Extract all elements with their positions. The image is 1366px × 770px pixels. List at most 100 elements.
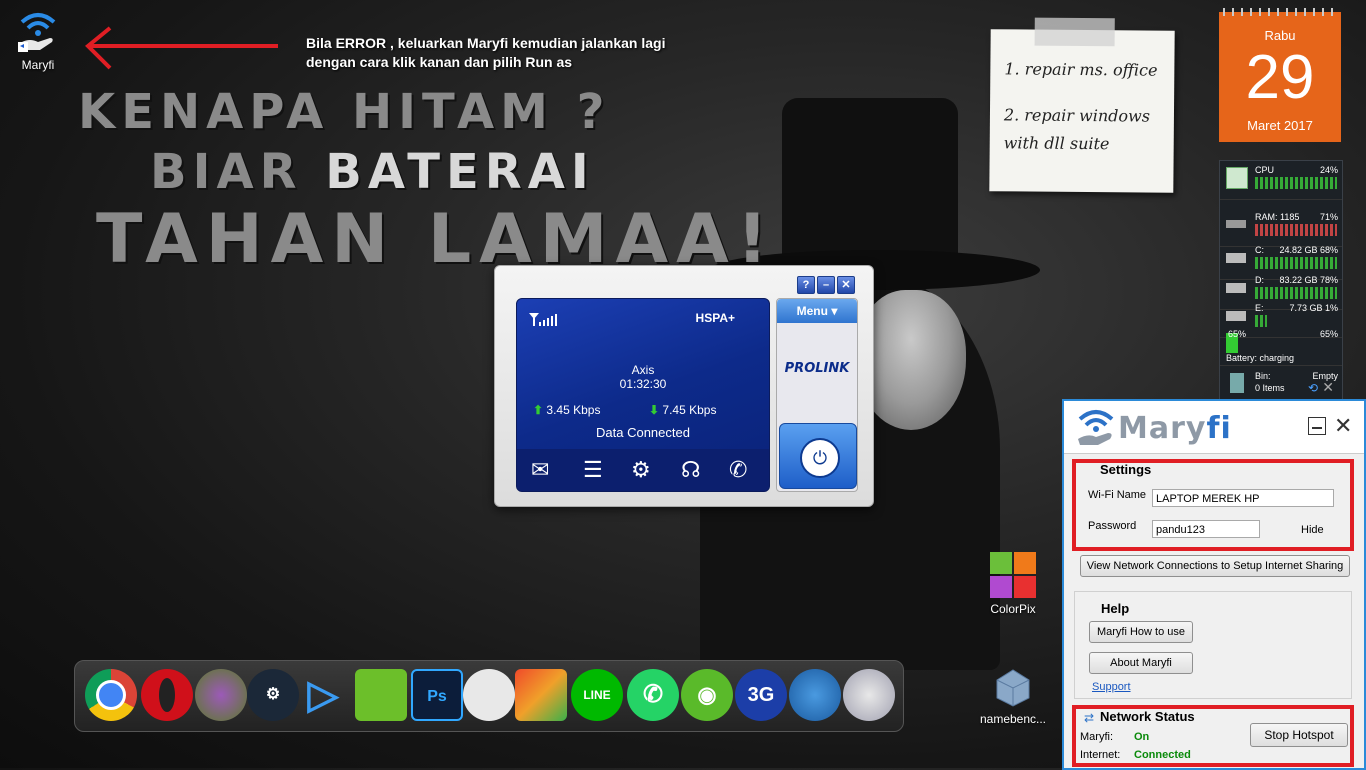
help-title: Help (1101, 601, 1130, 616)
phonebook-icon[interactable]: ☰ (583, 457, 603, 483)
dock-app-line[interactable]: LINE (571, 669, 623, 721)
calendar-date: 29 (1245, 43, 1315, 112)
support-link[interactable]: Support (1092, 681, 1131, 693)
calendar-rings (1223, 8, 1337, 16)
dock-app-wifi-hotspot[interactable]: ◉ (681, 669, 733, 721)
dock-app-steam[interactable]: ⚙ (247, 669, 299, 721)
annotation-arrow-icon (85, 26, 278, 70)
bin-items: 0 Items (1255, 383, 1285, 393)
modem-side-panel: Menu ▾ PROLINK ⏻ (776, 298, 858, 492)
dock-app-photoshop[interactable]: Ps (411, 669, 463, 721)
maryfi-window[interactable]: Maryfi ✕ Settings Wi-Fi Name LAPTOP MERE… (1062, 399, 1366, 770)
cpu-value: 24% (1319, 165, 1338, 175)
desktop-icon-label: ColorPix (990, 602, 1036, 616)
internet-status-value: Connected (1134, 749, 1191, 761)
dock-app-media-burner[interactable] (843, 669, 895, 721)
wifi-name-label: Wi-Fi Name (1088, 489, 1147, 501)
drive-d-bar (1255, 287, 1337, 299)
dock-app-3g-modem[interactable]: 3G (735, 669, 787, 721)
dock-app-whatsapp[interactable]: ✆ (627, 669, 679, 721)
maryfi-logo-icon (1078, 410, 1114, 445)
download-speed: ⬇ 7.45 Kbps (649, 403, 717, 417)
drive-e-bar (1255, 315, 1267, 327)
battery-level-right: 65% (1319, 329, 1338, 339)
internet-status-label: Internet: (1080, 749, 1121, 761)
modem-window[interactable]: ? – ✕ HSPA+ Axis 01:32:30 ⬆ 3.45 Kbps ⬇ … (494, 265, 874, 507)
operator-name: Axis (631, 363, 655, 377)
sticky-note-item-1: 1. repair ms. office (1004, 59, 1158, 80)
modem-toolbar: ✉ ☰ ⚙ ☊ ✆ (517, 449, 769, 491)
modem-status-screen: HSPA+ Axis 01:32:30 ⬆ 3.45 Kbps ⬇ 7.45 K… (516, 298, 770, 492)
cpu-label: CPU (1255, 165, 1275, 175)
colorpix-icon (990, 552, 1036, 598)
network-status-title: Network Status (1100, 709, 1195, 724)
monitor-cpu-row: CPU 24% (1220, 161, 1342, 200)
dock-app-opera[interactable] (141, 669, 193, 721)
download-arrow-icon: ⬇ (649, 403, 660, 417)
phone-icon[interactable]: ✆ (729, 457, 747, 483)
ram-value: 71% (1319, 212, 1338, 222)
dock-app-disk-tool[interactable] (463, 669, 515, 721)
modem-minimize-button[interactable]: – (817, 276, 835, 294)
modem-close-button[interactable]: ✕ (837, 276, 855, 294)
sticky-note-gadget[interactable]: 1. repair ms. office 2. repair windows w… (989, 17, 1175, 193)
dock-app-internet-download-manager[interactable] (789, 669, 841, 721)
password-input[interactable]: pandu123 (1152, 520, 1260, 538)
upload-speed: ⬆ 3.45 Kbps (533, 403, 601, 417)
sms-icon[interactable]: ✉ (531, 457, 549, 483)
refresh-icon[interactable]: ⟲ (1308, 381, 1318, 395)
chevron-down-icon: ▾ (831, 304, 838, 318)
system-monitor-gadget[interactable]: CPU 24% RAM: 1185 71% C: 24.82 GB 68% D:… (1219, 160, 1343, 400)
ram-bar (1255, 224, 1337, 236)
settings-title: Settings (1100, 462, 1152, 477)
about-maryfi-button[interactable]: About Maryfi (1089, 652, 1193, 674)
settings-icon[interactable]: ⚙ (631, 457, 651, 483)
dock-app-tor[interactable] (195, 669, 247, 721)
monitor-battery-row: 65% 65% Battery: charging (1220, 327, 1342, 366)
sticky-note-item-2a: 2. repair windows (1003, 105, 1151, 126)
drive-icon (1226, 311, 1246, 321)
hide-password-toggle[interactable]: Hide (1301, 524, 1324, 536)
calendar-month: Maret 2017 (1247, 118, 1313, 133)
maryfi-close-button[interactable]: ✕ (1334, 413, 1352, 439)
annotation-text: Bila ERROR , keluarkan Maryfi kemudian j… (306, 35, 666, 70)
maryfi-status-label: Maryfi: (1080, 731, 1113, 743)
maryfi-minimize-button[interactable] (1308, 417, 1326, 435)
network-status-icon: ⇄ (1084, 711, 1095, 725)
wifi-name-input[interactable]: LAPTOP MEREK HP (1152, 489, 1334, 507)
sticky-note-item-2b: with dll suite (1003, 133, 1110, 154)
calendar-gadget[interactable]: Rabu 29 Maret 2017 (1219, 8, 1341, 142)
desktop-icon-label: Maryfi (21, 58, 55, 72)
battery-level: 65% (1228, 329, 1247, 339)
stop-hotspot-button[interactable]: Stop Hotspot (1250, 723, 1348, 747)
dock-app-coreldraw[interactable] (355, 669, 407, 721)
desktop-icon-maryfi[interactable]: Maryfi (0, 8, 78, 72)
maryfi-wifi-icon (16, 8, 60, 54)
drive-icon (1226, 253, 1246, 263)
ram-label: RAM: 1185 (1255, 212, 1300, 222)
cpu-icon (1226, 167, 1248, 189)
drive-d-value: 83.22 GB 78% (1279, 275, 1338, 285)
dock-app-avg[interactable] (515, 669, 567, 721)
support-icon[interactable]: ☊ (681, 457, 701, 483)
modem-connect-button[interactable]: ⏻ (779, 423, 857, 489)
desktop-icon-colorpix[interactable]: ColorPix (973, 552, 1053, 616)
drive-c-label: C: (1255, 245, 1264, 255)
modem-menu-button[interactable]: Menu ▾ (777, 299, 857, 323)
view-network-connections-button[interactable]: View Network Connections to Setup Intern… (1080, 555, 1350, 577)
dock-app-media-player[interactable]: ▷ (297, 669, 349, 721)
desktop-icon-namebench[interactable]: namebenc... (973, 664, 1053, 726)
drive-icon (1226, 283, 1246, 293)
calendar-day: Rabu (1264, 28, 1296, 43)
drive-c-bar (1255, 257, 1337, 269)
dock-app-chrome[interactable] (85, 669, 137, 721)
upload-arrow-icon: ⬆ (533, 403, 544, 417)
maryfi-header: Maryfi ✕ (1064, 401, 1364, 454)
cpu-bar (1255, 177, 1337, 189)
connect-icon: ⏻ (800, 438, 840, 478)
empty-bin-icon[interactable]: ✕ (1322, 379, 1334, 396)
how-to-use-button[interactable]: Maryfi How to use (1089, 621, 1193, 643)
modem-help-button[interactable]: ? (797, 276, 815, 294)
app-dock: ⚙ ▷ Ps LINE ✆ ◉ 3G (74, 660, 904, 732)
connection-status: Data Connected (596, 425, 690, 440)
